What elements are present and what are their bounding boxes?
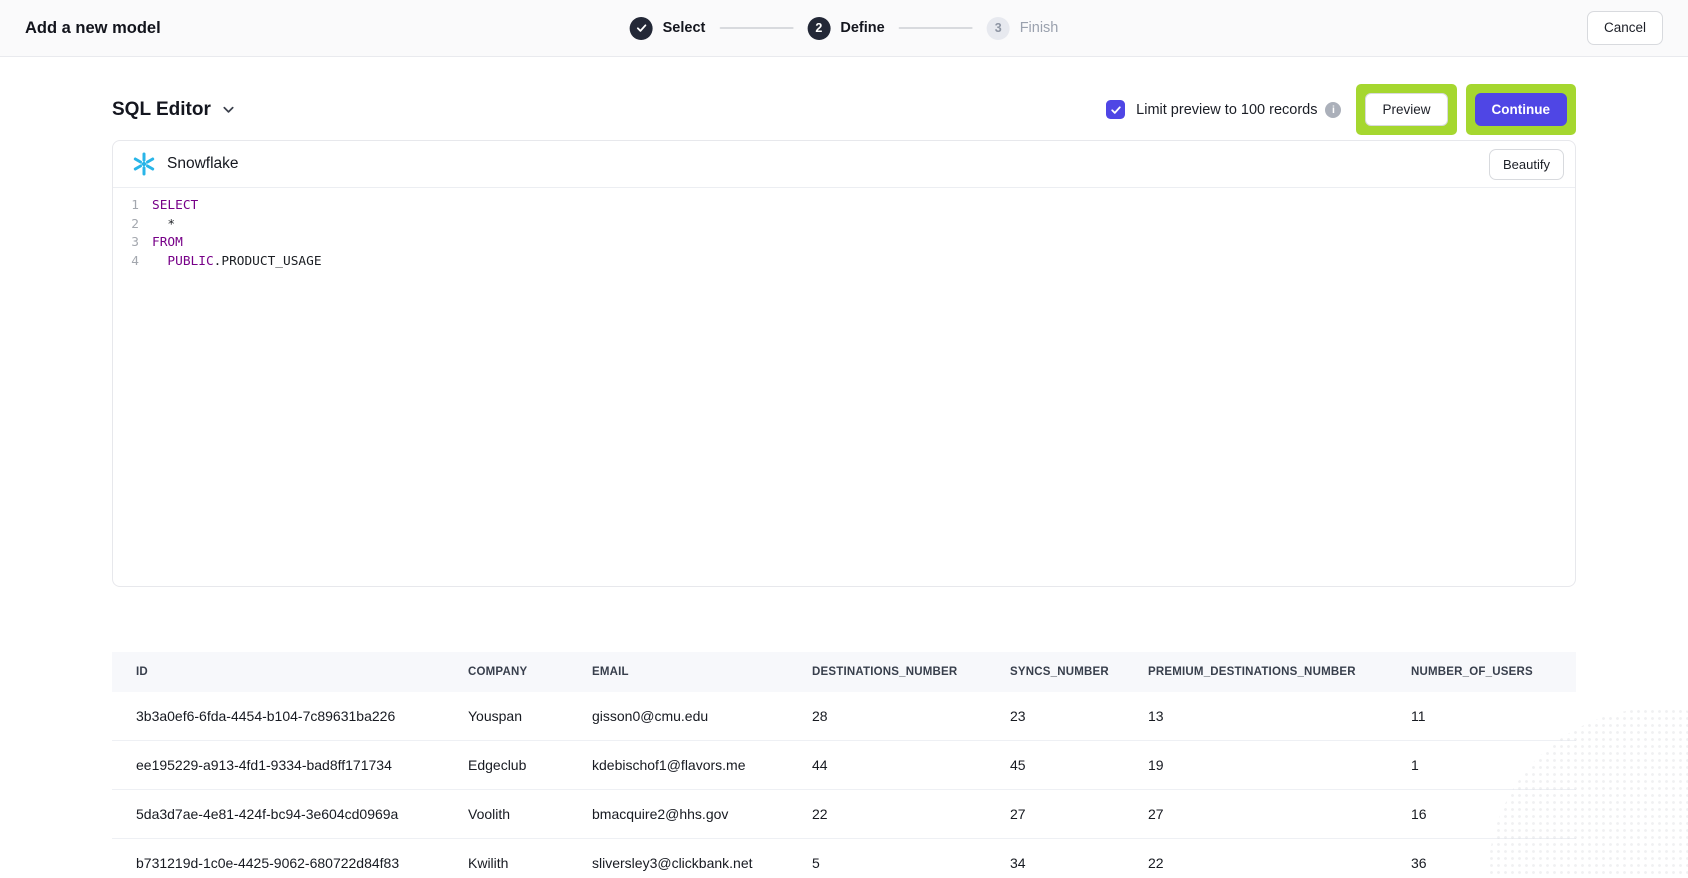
column-header-company: COMPANY: [468, 666, 592, 678]
step-connector: [899, 27, 973, 29]
sql-code-editor[interactable]: 1 SELECT 2 * 3 FROM 4 PUBLIC.PRODUCT_USA…: [113, 188, 1575, 280]
cell-destinations-number: 28: [812, 708, 1010, 724]
editor-type-label: SQL Editor: [112, 99, 211, 121]
cell-destinations-number: 44: [812, 757, 1010, 773]
cell-premium-destinations-number: 27: [1148, 806, 1411, 822]
column-header-premium-destinations-number: PREMIUM_DESTINATIONS_NUMBER: [1148, 666, 1411, 678]
cell-syncs-number: 23: [1010, 708, 1148, 724]
code-line: 4 PUBLIC.PRODUCT_USAGE: [113, 253, 1575, 272]
page-title: Add a new model: [25, 19, 161, 38]
step-finish-number: 3: [987, 17, 1010, 40]
step-define-number: 2: [807, 17, 830, 40]
snowflake-icon: [131, 151, 157, 177]
cell-email: kdebischof1@flavors.me: [592, 757, 812, 773]
table-row: b731219d-1c0e-4425-9062-680722d84f83 Kwi…: [112, 839, 1576, 878]
step-finish-label: Finish: [1020, 20, 1059, 36]
continue-button-highlight: Continue: [1466, 84, 1577, 135]
step-select-label: Select: [663, 20, 706, 36]
cell-syncs-number: 34: [1010, 855, 1148, 871]
cell-company: Voolith: [468, 806, 592, 822]
sql-keyword: PUBLIC: [167, 254, 213, 269]
cell-email: sliversley3@clickbank.net: [592, 855, 812, 871]
table-header-row: ID COMPANY EMAIL DESTINATIONS_NUMBER SYN…: [112, 652, 1576, 692]
cancel-button[interactable]: Cancel: [1587, 11, 1663, 45]
cell-email: gisson0@cmu.edu: [592, 708, 812, 724]
sql-text: [152, 254, 167, 269]
cell-destinations-number: 22: [812, 806, 1010, 822]
code-line: 2 *: [113, 216, 1575, 235]
cell-id: ee195229-a913-4fd1-9334-bad8ff171734: [112, 757, 468, 773]
step-connector: [719, 27, 793, 29]
table-row: 3b3a0ef6-6fda-4454-b104-7c89631ba226 You…: [112, 692, 1576, 741]
step-complete-check-icon: [630, 17, 653, 40]
cell-number-of-users: 16: [1411, 806, 1576, 822]
line-number: 3: [113, 234, 139, 253]
editor-type-dropdown[interactable]: SQL Editor: [112, 99, 236, 121]
column-header-id: ID: [112, 666, 468, 678]
cell-destinations-number: 5: [812, 855, 1010, 871]
table-row: ee195229-a913-4fd1-9334-bad8ff171734 Edg…: [112, 741, 1576, 790]
sql-keyword: FROM: [152, 235, 183, 250]
cell-id: b731219d-1c0e-4425-9062-680722d84f83: [112, 855, 468, 871]
cell-number-of-users: 36: [1411, 855, 1576, 871]
define-model-content: SQL Editor Limit preview to 100 records …: [0, 83, 1688, 878]
cell-number-of-users: 11: [1411, 708, 1576, 724]
step-define-label: Define: [840, 20, 884, 36]
chevron-down-icon: [221, 102, 236, 117]
cell-syncs-number: 27: [1010, 806, 1148, 822]
preview-button[interactable]: Preview: [1365, 93, 1447, 126]
preview-controls: Limit preview to 100 records i Preview C…: [1106, 84, 1576, 135]
cell-email: bmacquire2@hhs.gov: [592, 806, 812, 822]
column-header-email: EMAIL: [592, 666, 812, 678]
column-header-number-of-users: NUMBER_OF_USERS: [1411, 666, 1576, 678]
line-number: 1: [113, 197, 139, 216]
limit-preview-checkbox[interactable]: [1106, 100, 1125, 119]
cell-id: 3b3a0ef6-6fda-4454-b104-7c89631ba226: [112, 708, 468, 724]
preview-button-highlight: Preview: [1356, 84, 1456, 135]
cell-company: Edgeclub: [468, 757, 592, 773]
line-number: 4: [113, 253, 139, 272]
info-icon[interactable]: i: [1325, 102, 1341, 118]
wizard-stepper: Select 2 Define 3 Finish: [630, 0, 1059, 56]
step-finish: 3 Finish: [987, 17, 1059, 40]
continue-button[interactable]: Continue: [1475, 93, 1568, 126]
cell-company: Kwilith: [468, 855, 592, 871]
cell-number-of-users: 1: [1411, 757, 1576, 773]
sql-text: *: [139, 216, 175, 235]
connector-header: Snowflake Beautify: [113, 141, 1575, 188]
beautify-button[interactable]: Beautify: [1489, 149, 1564, 180]
line-number: 2: [113, 216, 139, 235]
limit-preview-label: Limit preview to 100 records: [1136, 102, 1317, 118]
preview-results-table: ID COMPANY EMAIL DESTINATIONS_NUMBER SYN…: [112, 652, 1576, 878]
column-header-syncs-number: SYNCS_NUMBER: [1010, 666, 1148, 678]
sql-editor-card: Snowflake Beautify 1 SELECT 2 * 3 FROM 4…: [112, 140, 1576, 587]
cell-syncs-number: 45: [1010, 757, 1148, 773]
table-row: 5da3d7ae-4e81-424f-bc94-3e604cd0969a Voo…: [112, 790, 1576, 839]
editor-toolbar: SQL Editor Limit preview to 100 records …: [112, 83, 1576, 136]
sql-text: .PRODUCT_USAGE: [214, 254, 322, 269]
cell-id: 5da3d7ae-4e81-424f-bc94-3e604cd0969a: [112, 806, 468, 822]
cell-company: Youspan: [468, 708, 592, 724]
column-header-destinations-number: DESTINATIONS_NUMBER: [812, 666, 1010, 678]
connector-name: Snowflake: [167, 155, 239, 173]
cell-premium-destinations-number: 22: [1148, 855, 1411, 871]
wizard-header: Add a new model Select 2 Define 3 Finish…: [0, 0, 1688, 57]
code-line: 3 FROM: [113, 234, 1575, 253]
code-line: 1 SELECT: [113, 197, 1575, 216]
step-select[interactable]: Select: [630, 17, 706, 40]
step-define[interactable]: 2 Define: [807, 17, 884, 40]
cell-premium-destinations-number: 19: [1148, 757, 1411, 773]
sql-keyword: SELECT: [152, 198, 198, 213]
cell-premium-destinations-number: 13: [1148, 708, 1411, 724]
